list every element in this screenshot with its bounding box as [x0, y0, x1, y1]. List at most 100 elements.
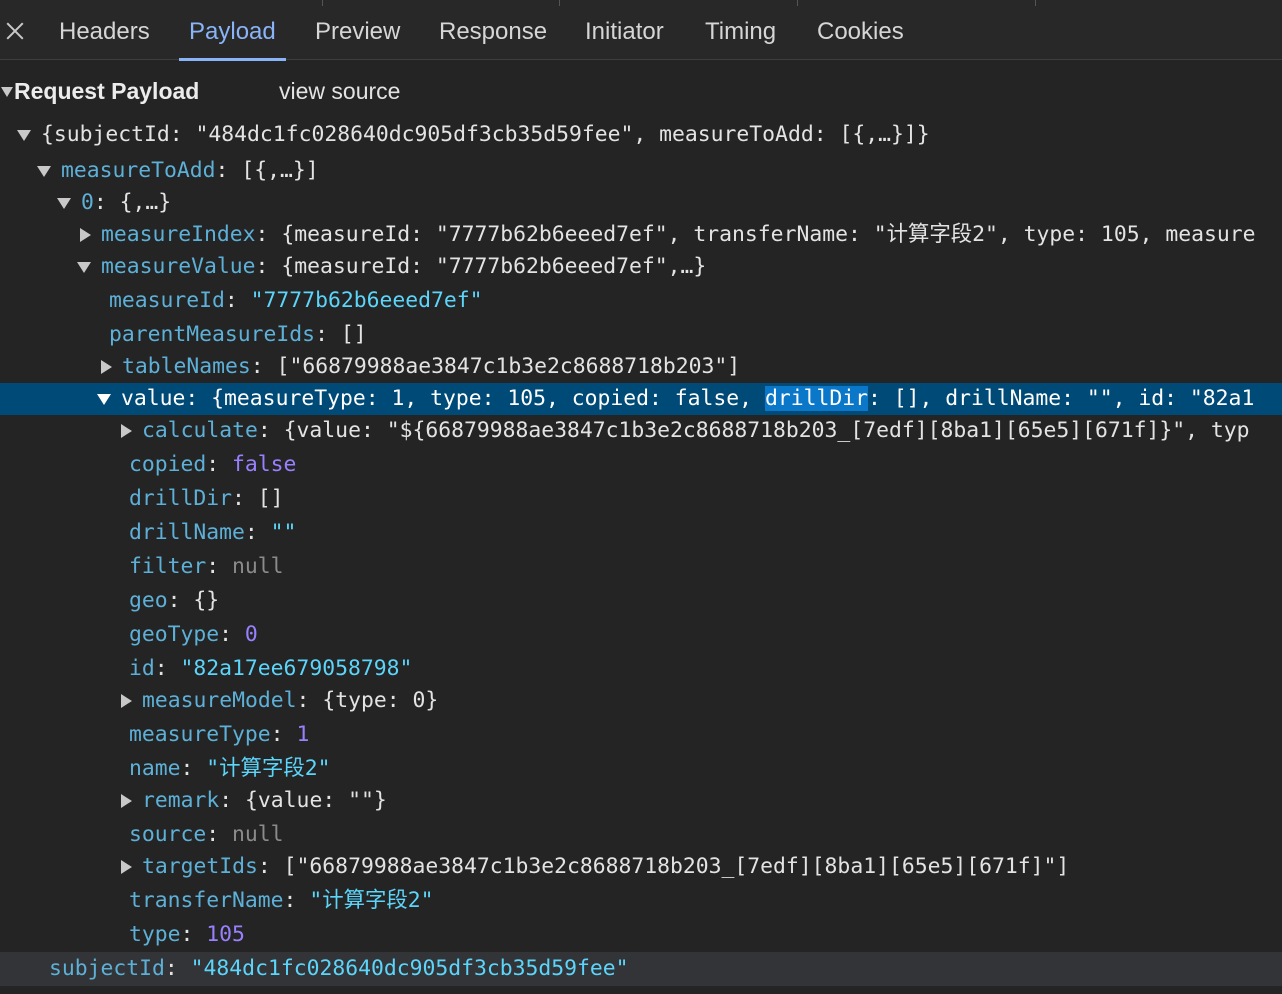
tab-separator [1035, 0, 1036, 6]
tree-key: geoType [129, 622, 220, 647]
tab-separator [797, 0, 798, 6]
collapsed-arrow-icon[interactable] [121, 424, 132, 438]
tree-row-target-ids[interactable]: targetIds: ["66879988ae3847c1b3e2c868871… [0, 850, 1282, 884]
tree-key: parentMeasureIds [109, 322, 316, 347]
expand-arrow-icon[interactable] [1, 87, 13, 97]
tree-row-subject-id[interactable]: subjectId: "484dc1fc028640dc905df3cb35d5… [0, 952, 1282, 986]
tree-preview: [{,…}] [241, 158, 319, 183]
tree-value: 0 [244, 622, 258, 647]
tree-key: id [129, 656, 155, 681]
tab-initiator[interactable]: Initiator [585, 0, 664, 60]
tree-key: remark [142, 788, 220, 813]
tree-row-measure-model[interactable]: measureModel: {type: 0} [0, 684, 1282, 718]
tree-preview: {value: ""} [245, 788, 387, 813]
tree-row-transfer-name[interactable]: transferName: "计算字段2" [0, 884, 1282, 918]
tree-key: measureIndex [101, 222, 256, 247]
tree-value: [] [340, 322, 367, 347]
tree-preview: {measureId: "7777b62b6eeed7ef", transfer… [281, 222, 1256, 247]
tree-value: "7777b62b6eeed7ef" [250, 288, 483, 313]
tree-row-name[interactable]: name: "计算字段2" [0, 752, 1282, 786]
tree-row-measure-value[interactable]: measureValue: {measureId: "7777b62b6eeed… [0, 250, 1282, 284]
tab-separator [559, 0, 560, 6]
tree-row-value-selected[interactable]: value: {measureType: 1, type: 105, copie… [0, 383, 1282, 415]
tree-key: measureType [129, 722, 271, 747]
tree-key: drillDir [129, 486, 233, 511]
tree-key: copied [129, 452, 207, 477]
devtools-tab-bar: Headers Payload Preview Response Initiat… [0, 0, 1282, 61]
expanded-arrow-icon[interactable] [97, 394, 111, 405]
tree-row-root[interactable]: {subjectId: "484dc1fc028640dc905df3cb35d… [0, 118, 1282, 152]
tree-key: geo [129, 588, 168, 613]
tree-value: null [232, 554, 284, 579]
tree-value: "82a17ee679058798" [180, 656, 413, 681]
tree-row-drill-dir[interactable]: drillDir: [] [0, 482, 1282, 516]
tree-key: measureToAdd [61, 158, 216, 183]
tree-preview: {measureType: 1, type: 105, copied: fals… [211, 386, 765, 411]
tab-timing[interactable]: Timing [705, 0, 776, 60]
tree-row-copied[interactable]: copied: false [0, 448, 1282, 482]
tab-preview[interactable]: Preview [315, 0, 400, 60]
tree-row-id[interactable]: id: "82a17ee679058798" [0, 652, 1282, 686]
tree-value: "计算字段2" [206, 756, 331, 781]
tree-value: {} [193, 588, 220, 613]
tree-key: filter [129, 554, 207, 579]
tree-key: measureValue [101, 254, 256, 279]
close-icon[interactable] [0, 16, 30, 46]
tree-row-geo[interactable]: geo: {} [0, 584, 1282, 618]
tree-row-geo-type[interactable]: geoType: 0 [0, 618, 1282, 652]
tab-response[interactable]: Response [439, 0, 547, 60]
tree-row-parent-measure-ids[interactable]: parentMeasureIds: [] [0, 318, 1282, 352]
tree-key: name [129, 756, 181, 781]
tree-value: false [232, 452, 297, 477]
tree-row-calculate[interactable]: calculate: {value: "${66879988ae3847c1b3… [0, 414, 1282, 448]
tree-value: 105 [206, 922, 245, 947]
tab-headers[interactable]: Headers [59, 0, 150, 60]
collapsed-arrow-icon[interactable] [121, 694, 132, 708]
tree-row-measure-index[interactable]: measureIndex: {measureId: "7777b62b6eeed… [0, 218, 1282, 252]
tree-key: targetIds [142, 854, 258, 879]
tree-key: measureModel [142, 688, 297, 713]
tree-row-measure-id[interactable]: measureId: "7777b62b6eeed7ef" [0, 284, 1282, 318]
collapsed-arrow-icon[interactable] [101, 360, 112, 374]
expanded-arrow-icon[interactable] [57, 198, 71, 209]
tree-row-remark[interactable]: remark: {value: ""} [0, 784, 1282, 818]
tree-row-measure-to-add[interactable]: measureToAdd: [{,…}] [0, 154, 1282, 188]
collapsed-arrow-icon[interactable] [80, 228, 91, 242]
tree-value: "计算字段2" [309, 888, 434, 913]
expanded-arrow-icon[interactable] [77, 262, 91, 273]
tree-row-drill-name[interactable]: drillName: "" [0, 516, 1282, 550]
tree-key: measureId [109, 288, 225, 313]
view-source-link[interactable]: view source [279, 74, 400, 108]
tree-preview: {subjectId: "484dc1fc028640dc905df3cb35d… [41, 122, 930, 147]
tree-key: 0 [81, 190, 94, 215]
tree-key: source [129, 822, 207, 847]
tree-key: subjectId [49, 956, 165, 981]
collapsed-arrow-icon[interactable] [121, 794, 132, 808]
tree-row-filter[interactable]: filter: null [0, 550, 1282, 584]
tree-preview: : [], drillName: "", id: "82a1 [867, 386, 1255, 411]
tree-row-type[interactable]: type: 105 [0, 918, 1282, 952]
tree-value: [] [257, 486, 284, 511]
tree-row-table-names[interactable]: tableNames: ["66879988ae3847c1b3e2c86887… [0, 350, 1282, 384]
tree-key: calculate [142, 418, 258, 443]
tab-payload[interactable]: Payload [179, 0, 286, 61]
tree-key: transferName [129, 888, 284, 913]
tree-value: "484dc1fc028640dc905df3cb35d59fee" [190, 956, 629, 981]
tree-row-measure-type[interactable]: measureType: 1 [0, 718, 1282, 752]
tree-preview: ["66879988ae3847c1b3e2c8688718b203_[7edf… [283, 854, 1070, 879]
expanded-arrow-icon[interactable] [37, 166, 51, 177]
tree-preview: ["66879988ae3847c1b3e2c8688718b203"] [276, 354, 741, 379]
tree-row-source[interactable]: source: null [0, 818, 1282, 852]
tab-cookies[interactable]: Cookies [817, 0, 904, 60]
expanded-arrow-icon[interactable] [17, 130, 31, 141]
tree-preview: {measureId: "7777b62b6eeed7ef",…} [281, 254, 707, 279]
collapsed-arrow-icon[interactable] [121, 860, 132, 874]
tree-key: drillName [129, 520, 245, 545]
tree-preview: {,…} [119, 190, 172, 215]
section-title: Request Payload [14, 78, 200, 104]
tree-value: 1 [296, 722, 310, 747]
tree-row-item-0[interactable]: 0: {,…} [0, 186, 1282, 220]
tree-key: type [129, 922, 181, 947]
tree-value: "" [270, 520, 297, 545]
tree-preview: {type: 0} [322, 688, 439, 713]
